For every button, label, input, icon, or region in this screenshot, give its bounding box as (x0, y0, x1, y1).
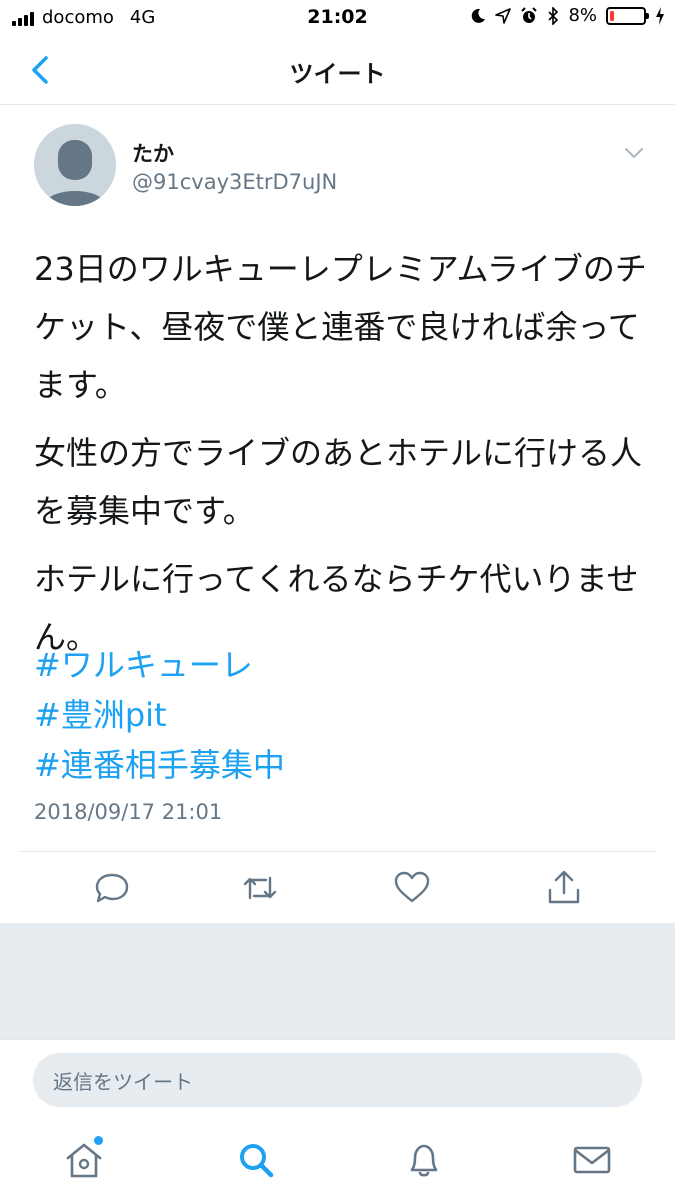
status-bar: docomo 4G 21:02 8% (0, 0, 675, 36)
location-icon (495, 7, 512, 24)
reply-icon[interactable] (92, 868, 132, 908)
empty-replies-area (0, 923, 675, 1039)
tweet-timestamp: 2018/09/17 21:01 (34, 800, 223, 824)
hashtag-link[interactable]: #連番相手募集中 (34, 740, 285, 790)
hashtag-link[interactable]: #豊洲pit (34, 690, 285, 740)
bluetooth-icon (548, 6, 559, 25)
battery-percent: 8% (568, 5, 597, 26)
moon-icon (472, 8, 486, 23)
charging-icon (656, 6, 664, 25)
retweet-icon[interactable] (240, 868, 280, 908)
like-icon[interactable] (392, 868, 432, 908)
hashtag-link[interactable]: #ワルキューレ (34, 640, 285, 690)
page-title: ツイート (289, 60, 386, 88)
share-icon[interactable] (544, 868, 584, 908)
search-icon[interactable] (234, 1138, 278, 1182)
reply-input[interactable]: 返信をツイート (33, 1053, 642, 1107)
display-name[interactable]: たか (132, 138, 174, 168)
tweet-actions (20, 851, 655, 924)
notifications-icon[interactable] (402, 1138, 446, 1182)
home-unread-dot (94, 1136, 103, 1145)
user-handle[interactable]: @91cvay3EtrD7uJN (132, 170, 337, 194)
avatar[interactable] (34, 124, 116, 206)
tab-bar (0, 1122, 675, 1200)
hashtag-list: #ワルキューレ #豊洲pit #連番相手募集中 (34, 640, 285, 790)
default-avatar-icon (34, 124, 116, 206)
alarm-icon (521, 6, 538, 23)
nav-bar: ツイート (0, 36, 675, 105)
tweet-text: 23日のワルキューレプレミアムライブのチケット、昼夜で僕と連番で良ければ余ってま… (34, 240, 649, 676)
tweet-paragraph: 23日のワルキューレプレミアムライブのチケット、昼夜で僕と連番で良ければ余ってま… (34, 250, 647, 404)
chevron-down-icon[interactable] (623, 146, 645, 160)
tweet-header: たか @91cvay3EtrD7uJN (0, 104, 675, 214)
messages-icon[interactable] (570, 1138, 614, 1182)
battery-icon (606, 6, 649, 25)
reply-bar: 返信をツイート (0, 1039, 675, 1123)
tweet-paragraph: 女性の方でライブのあとホテルに行ける人を募集中です。 (34, 434, 643, 530)
